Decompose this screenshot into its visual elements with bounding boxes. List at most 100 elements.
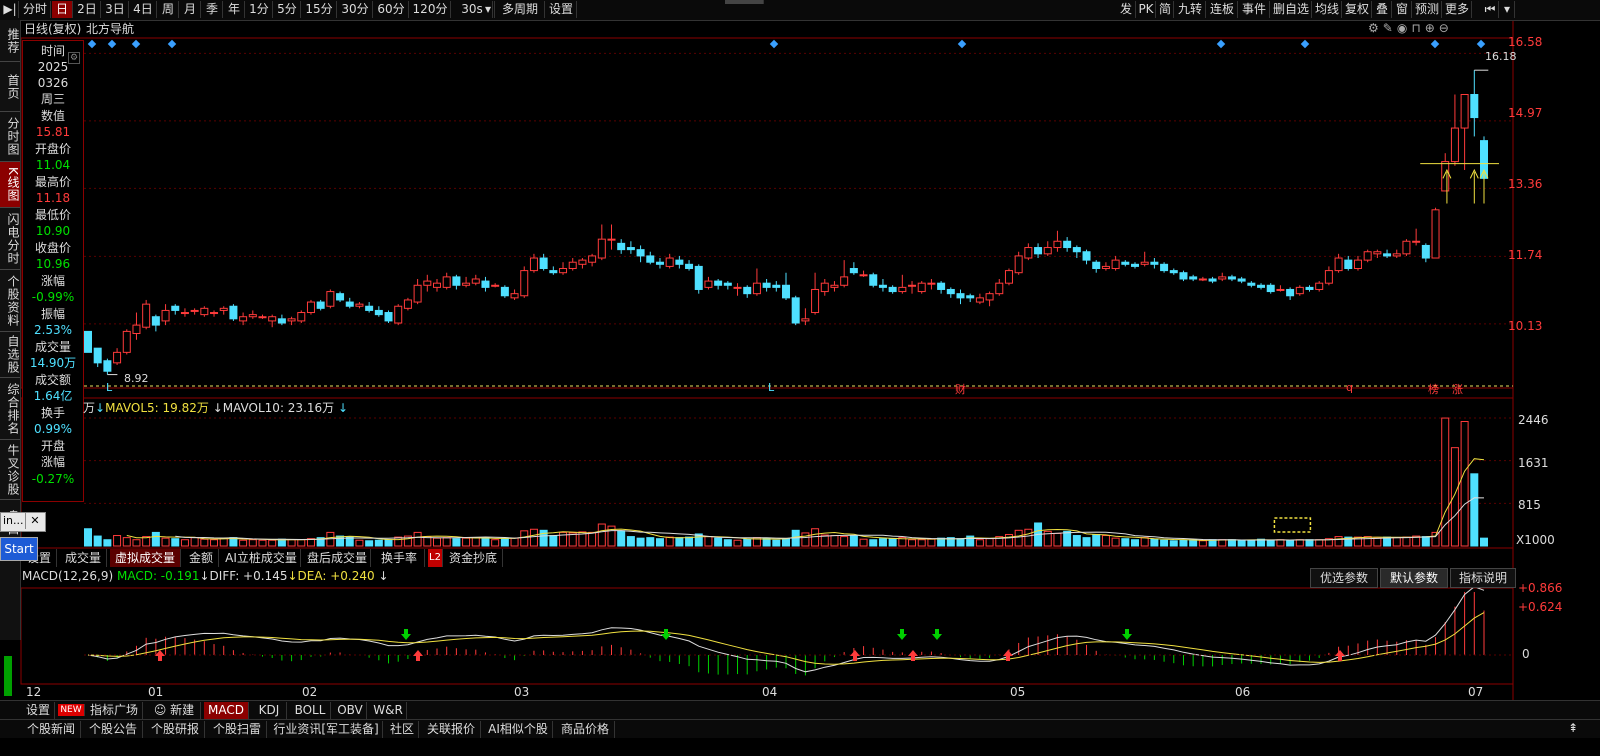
eye-icon[interactable]: ◉ xyxy=(1397,21,1411,35)
leftnav-item-0[interactable]: 推荐 xyxy=(0,20,20,62)
indicator-square-button[interactable]: 指标广场 xyxy=(86,702,143,719)
event-mark-4[interactable]: q xyxy=(1346,381,1353,394)
tab-commodity[interactable]: 商品价格 xyxy=(556,721,615,738)
leftnav-item-5[interactable]: 个股资料 xyxy=(0,270,20,332)
first-icon[interactable]: ⏮ xyxy=(1482,1,1499,18)
signal-arrow-icon xyxy=(850,650,860,661)
period-6[interactable]: 月 xyxy=(180,1,201,18)
toolbar-right-10[interactable]: 窗 xyxy=(1393,1,1412,18)
vol-unit: 万 xyxy=(83,401,96,415)
leftnav-item-4[interactable]: 闪电分时 xyxy=(0,208,20,270)
volume-bar xyxy=(481,537,490,547)
window-handle[interactable] xyxy=(725,0,764,4)
period-3[interactable]: 3日 xyxy=(102,1,129,18)
toolbar-right-2[interactable]: 简 xyxy=(1157,1,1174,18)
tab-stock-news[interactable]: 个股新闻 xyxy=(22,721,81,738)
low-price-label: 8.92 xyxy=(124,372,149,385)
candle-body xyxy=(1334,257,1343,272)
start-button[interactable]: Start xyxy=(0,537,38,561)
lock-icon[interactable]: ⊓ xyxy=(1411,21,1424,35)
indicator-help-button[interactable]: 指标说明 xyxy=(1450,568,1516,588)
indicator-kdj[interactable]: KDJ xyxy=(252,702,287,719)
top-toolbar: ▶| 分时日 2日 3日 4日周月季年 1分 5分 15分 30分 60分 120分 30s ▾ 多周期设… xyxy=(0,0,1600,21)
toolbar-right-12[interactable]: 更多 xyxy=(1443,1,1472,18)
leftnav-item-8[interactable]: 牛叉诊股 xyxy=(0,440,20,500)
tab-related-quotes[interactable]: 关联报价 xyxy=(422,721,481,738)
optimal-params-button[interactable]: 优选参数 xyxy=(1310,568,1378,588)
toolbar-right-1[interactable]: PK xyxy=(1137,1,1156,18)
high-label: 最高价 xyxy=(34,175,71,189)
period-5[interactable]: 周 xyxy=(158,1,179,18)
event-mark-5[interactable]: 榜 xyxy=(1428,381,1439,397)
tab-stock-risk[interactable]: 个股扫雷 xyxy=(208,721,267,738)
period-10[interactable]: 5分 xyxy=(274,1,301,18)
tab-community[interactable]: 社区 xyxy=(386,721,419,738)
toolbar-right-8[interactable]: 复权 xyxy=(1343,1,1372,18)
new-indicator-button[interactable]: ☺ 新建 xyxy=(148,702,201,719)
volume-bar xyxy=(646,537,655,547)
close-icon[interactable]: ✕ xyxy=(25,513,44,529)
tab-stock-research[interactable]: 个股研报 xyxy=(146,721,205,738)
tab-industry-news[interactable]: 行业资讯[军工装备] xyxy=(270,721,383,738)
zoom-out-icon[interactable]: ⊖ xyxy=(1439,21,1453,35)
collapse-icon[interactable]: ⇞ xyxy=(1568,721,1578,735)
indicator-boll[interactable]: BOLL xyxy=(290,702,331,719)
event-mark-2[interactable]: L xyxy=(768,381,774,394)
volume-bar xyxy=(1198,540,1207,547)
gear-icon[interactable]: ⚙ xyxy=(68,52,80,64)
indicator-obv[interactable]: OBV xyxy=(334,702,367,719)
period-11[interactable]: 15分 xyxy=(302,1,337,18)
tab-volume[interactable]: 成交量 xyxy=(60,549,107,567)
leftnav-item-6[interactable]: 自选股 xyxy=(0,332,20,378)
chevron-down-icon[interactable]: ▾ xyxy=(482,1,495,18)
period-9[interactable]: 1分 xyxy=(246,1,273,18)
tab-ai-volume[interactable]: AI立桩成交量 xyxy=(222,549,301,567)
volume-bar xyxy=(888,538,897,547)
indicator-wr[interactable]: W&R xyxy=(370,702,407,719)
tab-virtual-volume[interactable]: 虚拟成交量 xyxy=(110,549,181,567)
event-mark-1[interactable]: L xyxy=(106,381,112,394)
period-1[interactable]: 日 xyxy=(52,1,73,18)
tab-ai-similar[interactable]: AI相似个股 xyxy=(484,721,553,738)
volume-bar xyxy=(452,538,461,547)
toolbar-right-4[interactable]: 连板 xyxy=(1207,1,1238,18)
tab-after-hours-volume[interactable]: 盘后成交量 xyxy=(304,549,371,567)
period-8[interactable]: 年 xyxy=(224,1,245,18)
collapse-panel-icon[interactable]: ▶| xyxy=(2,1,19,18)
toolbar-right-7[interactable]: 均线 xyxy=(1313,1,1342,18)
period-12[interactable]: 30分 xyxy=(338,1,373,18)
pen-icon[interactable]: ✎ xyxy=(1383,21,1397,35)
event-mark-6[interactable]: 涨 xyxy=(1452,381,1463,397)
candle-body xyxy=(549,270,558,274)
event-mark-3[interactable]: 财 xyxy=(955,381,966,397)
leftnav-item-1[interactable]: 首页 xyxy=(0,62,20,112)
leftnav-item-2[interactable]: 分时图 xyxy=(0,112,20,162)
indicator-settings-button[interactable]: 设置 xyxy=(22,702,55,719)
gear-icon[interactable]: ⚙ xyxy=(1368,21,1383,35)
l2-badge: L2 xyxy=(428,549,443,567)
toolbar-right-5[interactable]: 事件 xyxy=(1239,1,1270,18)
toolbar-right-0[interactable]: 发 xyxy=(1117,1,1136,18)
period-2[interactable]: 2日 xyxy=(74,1,101,18)
zoom-in-icon[interactable]: ⊕ xyxy=(1425,21,1439,35)
toolbar-right-6[interactable]: 删自选 xyxy=(1271,1,1312,18)
toolbar-right-11[interactable]: 预测 xyxy=(1413,1,1442,18)
tab-amount[interactable]: 金额 xyxy=(184,549,219,567)
leftnav-item-3[interactable]: K线图 xyxy=(0,162,20,208)
tab-stock-notices[interactable]: 个股公告 xyxy=(84,721,143,738)
period-0[interactable]: 分时 xyxy=(20,1,51,18)
indicator-macd[interactable]: MACD xyxy=(204,702,249,719)
toolbar-right-3[interactable]: 九转 xyxy=(1175,1,1206,18)
leftnav-item-7[interactable]: 综合排名 xyxy=(0,378,20,440)
chevron-down-icon[interactable]: ▾ xyxy=(1500,1,1515,18)
period-4[interactable]: 4日 xyxy=(130,1,157,18)
settings-button[interactable]: 设置 xyxy=(546,1,577,18)
period-7[interactable]: 季 xyxy=(202,1,223,18)
tab-fund-bottom[interactable]: 资金抄底 xyxy=(444,549,503,567)
tab-turnover[interactable]: 换手率 xyxy=(374,549,425,567)
toolbar-right-9[interactable]: 叠 xyxy=(1373,1,1392,18)
default-params-button[interactable]: 默认参数 xyxy=(1380,568,1448,588)
multi-period-button[interactable]: 多周期 xyxy=(496,1,545,18)
period-13[interactable]: 60分 xyxy=(374,1,409,18)
period-14[interactable]: 120分 xyxy=(410,1,451,18)
